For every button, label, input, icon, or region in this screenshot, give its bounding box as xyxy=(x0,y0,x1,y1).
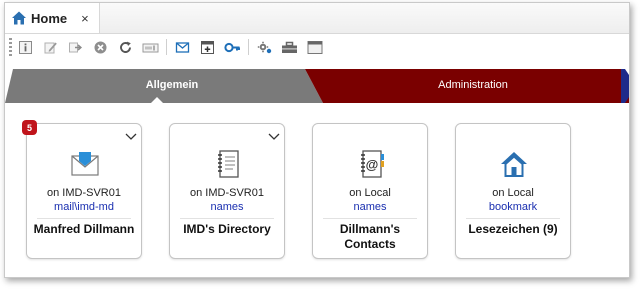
rename-icon[interactable] xyxy=(141,38,160,57)
toolbar-separator xyxy=(166,39,167,55)
tab-administration[interactable]: Administration xyxy=(323,75,623,95)
workspace-cards: 5 on IMD-SVR01 mail\imd-md Manfred Dillm… xyxy=(5,120,629,263)
card-title: Lesezeichen (9) xyxy=(468,222,558,236)
forward-icon[interactable] xyxy=(66,38,85,57)
card-lesezeichen[interactable]: on Local bookmark Lesezeichen (9) xyxy=(455,123,571,259)
toolbox-icon[interactable] xyxy=(280,38,299,57)
card-server: on IMD-SVR01 xyxy=(47,187,121,199)
card-divider xyxy=(180,218,274,219)
chevron-down-icon[interactable] xyxy=(268,129,280,140)
card-server: on IMD-SVR01 xyxy=(190,187,264,199)
tab-home-label: Home xyxy=(31,10,68,26)
card-divider xyxy=(323,218,417,219)
key-icon[interactable] xyxy=(223,38,242,57)
home-icon xyxy=(11,10,27,26)
settings-icon[interactable] xyxy=(255,38,274,57)
home-icon xyxy=(498,148,530,180)
refresh-icon[interactable] xyxy=(116,38,135,57)
email-icon[interactable] xyxy=(173,38,192,57)
tab-close-button[interactable]: × xyxy=(81,11,89,26)
toolbar xyxy=(5,34,629,60)
card-database: bookmark xyxy=(488,201,538,213)
directory-book-icon xyxy=(212,148,244,180)
card-server: on Local xyxy=(492,187,534,199)
card-manfred-dillmann[interactable]: 5 on IMD-SVR01 mail\imd-md Manfred Dillm… xyxy=(22,120,142,259)
window-icon[interactable] xyxy=(305,38,324,57)
card-database: names xyxy=(353,201,387,213)
card-database: names xyxy=(210,201,244,213)
unread-count-badge: 5 xyxy=(22,120,37,135)
card-divider xyxy=(466,218,560,219)
tab-allgemein[interactable]: Allgemein xyxy=(25,75,319,95)
toolbar-separator xyxy=(248,39,249,55)
card-server: on Local xyxy=(349,187,391,199)
mail-icon xyxy=(69,148,101,180)
card-title: Dillmann's Contacts xyxy=(339,222,401,251)
tab-bar: Home × xyxy=(5,3,629,34)
svg-text:@: @ xyxy=(366,157,379,172)
delete-icon[interactable] xyxy=(91,38,110,57)
toolbar-grip[interactable] xyxy=(9,38,12,56)
card-title: IMD's Directory xyxy=(183,222,271,236)
card-imd-directory[interactable]: on IMD-SVR01 names IMD's Directory xyxy=(169,123,285,259)
card-dillmanns-contacts[interactable]: @ on Local names Dillmann's Contacts xyxy=(312,123,428,259)
home-window: Home × Allgemein Administration 5 on IMD… xyxy=(4,2,630,278)
category-ribbon: Allgemein Administration xyxy=(5,67,629,105)
contacts-book-icon: @ xyxy=(355,148,387,180)
chevron-down-icon[interactable] xyxy=(125,129,137,140)
card-divider xyxy=(37,218,131,219)
info-icon[interactable] xyxy=(16,38,35,57)
tab-home[interactable]: Home × xyxy=(5,3,100,33)
card-database: mail\imd-md xyxy=(54,201,114,213)
add-icon[interactable] xyxy=(198,38,217,57)
card-title: Manfred Dillmann xyxy=(33,222,135,236)
edit-icon[interactable] xyxy=(41,38,60,57)
